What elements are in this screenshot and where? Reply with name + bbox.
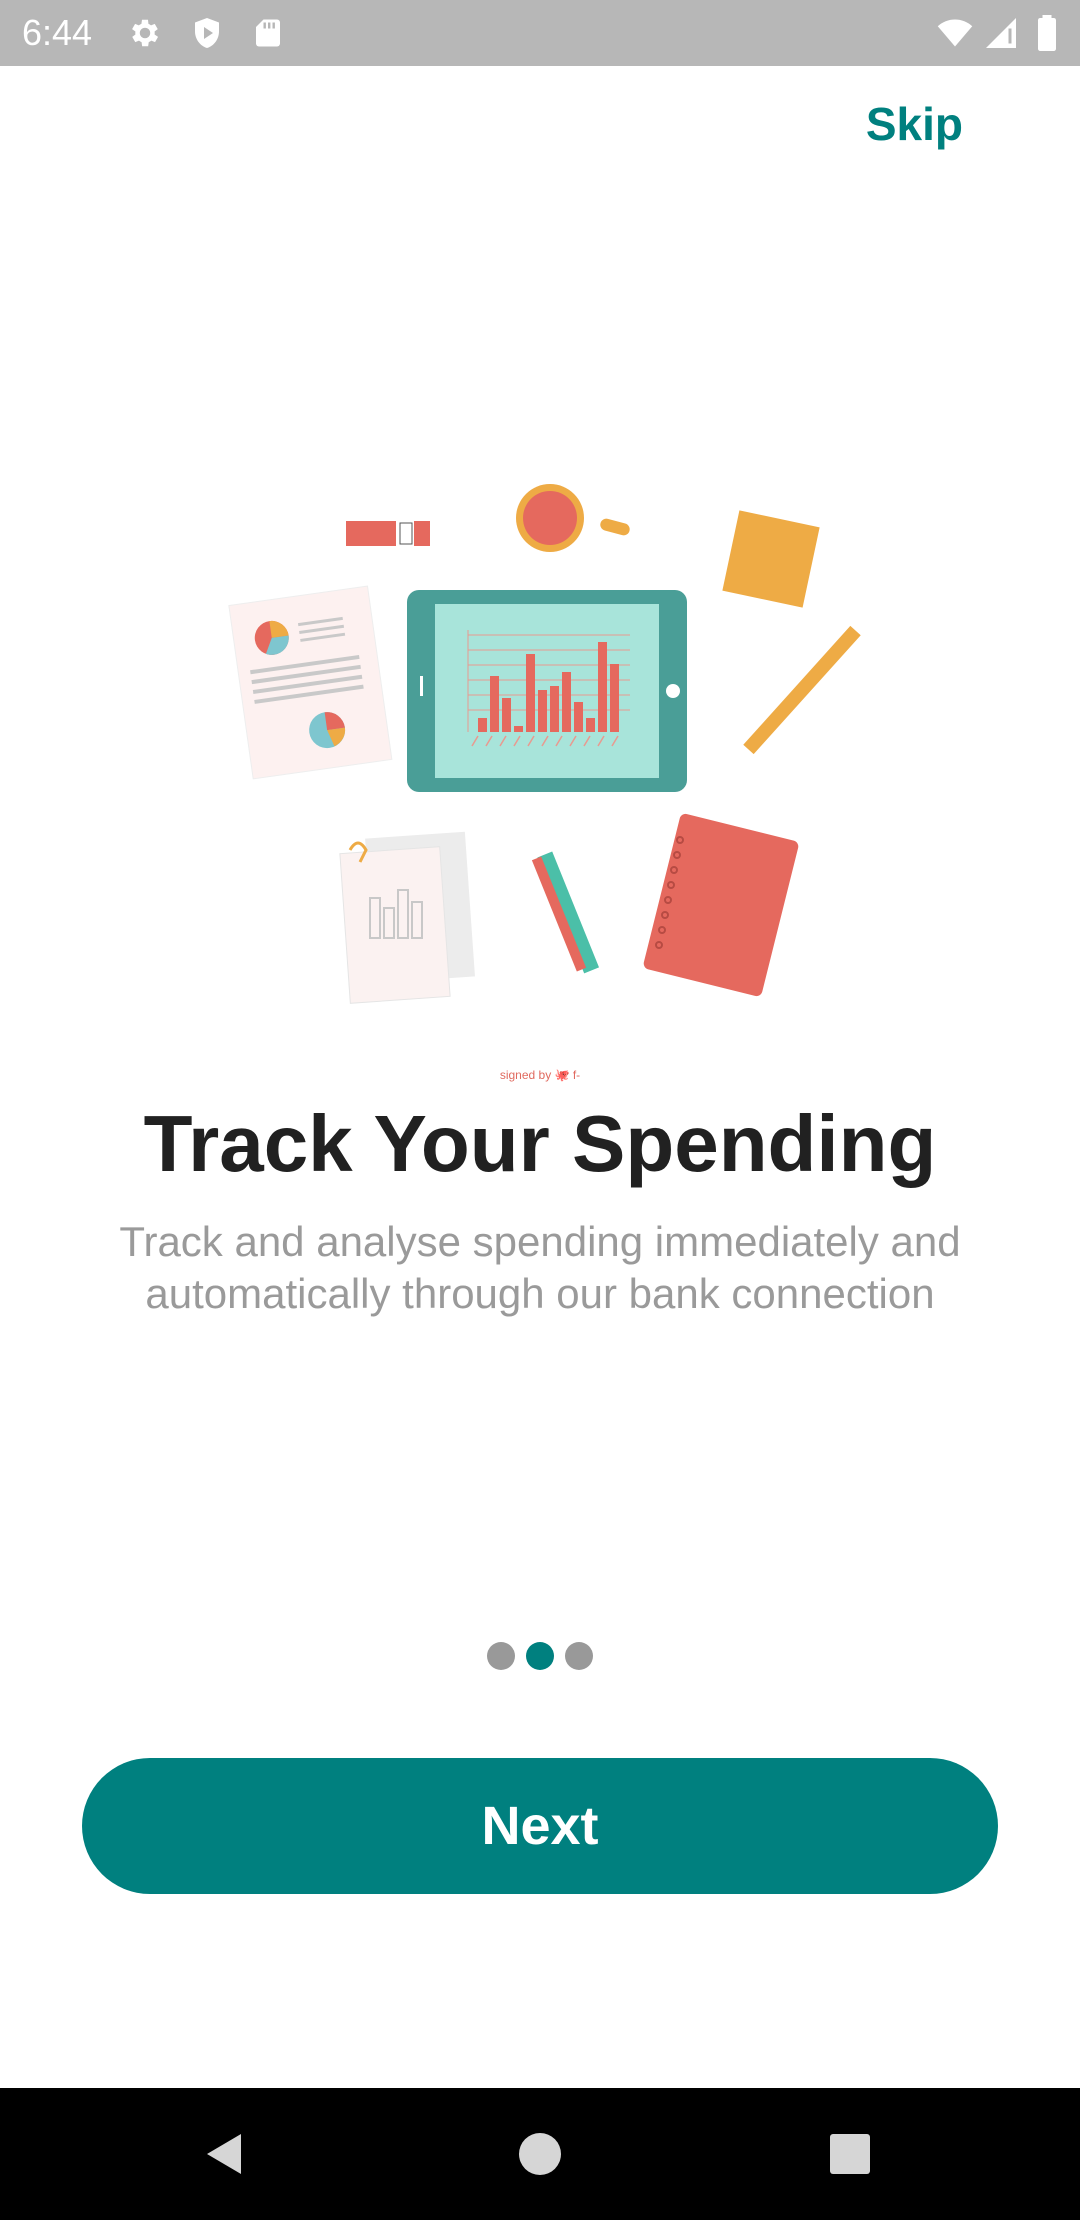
cell-signal-icon [983, 15, 1019, 51]
wifi-icon [935, 15, 975, 51]
skip-button[interactable]: Skip [866, 96, 963, 152]
page-dot[interactable] [487, 1642, 515, 1670]
shield-icon [189, 15, 225, 51]
back-icon[interactable] [195, 2122, 259, 2186]
page-dot[interactable] [565, 1642, 593, 1670]
status-time: 6:44 [22, 12, 93, 53]
gear-icon [127, 15, 163, 51]
page-title: Track Your Spending [143, 1099, 937, 1188]
desk-finance-illustration [210, 470, 870, 1010]
home-icon[interactable] [508, 2122, 572, 2186]
illustration-credit: signed by 🐙 f- [499, 1068, 581, 1082]
battery-icon [1035, 15, 1059, 51]
sd-card-icon [250, 15, 286, 51]
page-subtitle: Track and analyse spending immediately a… [119, 1218, 961, 1317]
page-indicator [0, 1640, 1080, 1672]
recents-icon[interactable] [818, 2122, 882, 2186]
next-button[interactable]: Next [82, 1758, 998, 1894]
system-nav-bar [0, 2088, 1080, 2220]
page-dot-active[interactable] [526, 1642, 554, 1670]
status-bar: 6:44 [0, 0, 1080, 66]
